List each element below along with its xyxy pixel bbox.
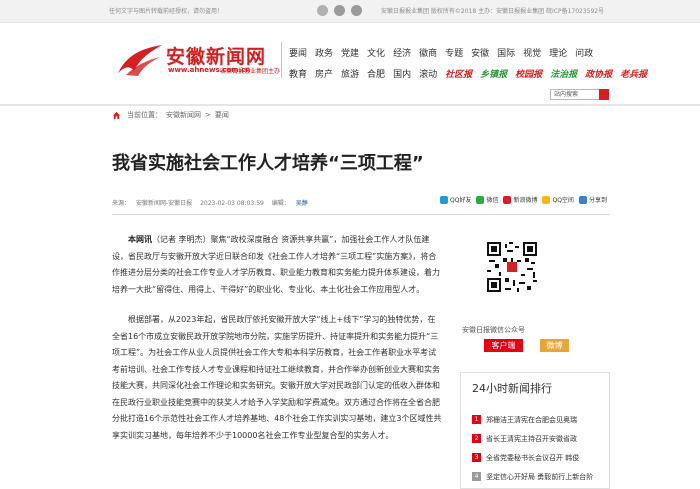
news-ranking-panel: 24小时新闻排行 1 郑栅洁王清宪在合肥会见奥瑞 2 省长王清宪主持召开安徽省政 3… [460, 372, 610, 489]
article-meta: 来源： 安徽新闻网-安徽日报 2023-02-03 08:03:59 编辑： 吴静 [112, 198, 314, 207]
nav-brand-xiangzhenbao[interactable]: 乡镇报 [480, 67, 507, 80]
home-icon [112, 111, 121, 119]
share-bar: QQ好友 微信 新浪微博 QQ空间 分享到 [440, 195, 607, 204]
top-notice-bar: 任何文字与图片转载前经授权，请勿盗用！ 安徽日报报业集团 版权所有©2018 主… [0, 0, 700, 23]
qq-icon [440, 195, 448, 204]
share-qq-friend-label: QQ好友 [450, 197, 472, 204]
rank-number: 3 [472, 453, 481, 462]
nav-item-fangchan[interactable]: 房产 [315, 67, 333, 80]
rank-headline: 省长王清宪主持召开安徽省政 [486, 434, 577, 443]
copyright-notice: 任何文字与图片转载前经授权，请勿盗用！ [109, 8, 224, 15]
weibo-icon [503, 195, 512, 204]
share-qzone[interactable]: QQ空间 [542, 195, 574, 204]
article-editor: 吴静 [295, 200, 308, 207]
breadcrumb: 当前位置： 安徽新闻网 > 要闻 [112, 110, 233, 120]
wechat-icon[interactable] [334, 5, 345, 16]
nav-item-shijue[interactable]: 视觉 [523, 46, 541, 59]
share-wechat[interactable]: 微信 [476, 195, 498, 204]
nav-brand-fazhibao[interactable]: 法治报 [550, 67, 577, 80]
meta-divider [112, 214, 610, 215]
nav-brand-laobingbao[interactable]: 老兵报 [620, 67, 647, 80]
rank-number: 1 [472, 415, 481, 424]
weibo-button[interactable]: 微博 [540, 339, 569, 352]
ranking-item[interactable]: 3 全省党委秘书长会议召开 韩俊 [472, 448, 608, 467]
nav-brand-zhengxiebao[interactable]: 政协报 [585, 67, 612, 80]
main-nav-row2: 教育 房产 旅游 合肥 国内 滚动 社区报 乡镇报 校园报 法治报 政协报 老兵… [289, 67, 647, 80]
top-share-icons [317, 5, 362, 16]
nav-brand-shequbao[interactable]: 社区报 [445, 67, 472, 80]
rank-headline: 郑栅洁王清宪在合肥会见奥瑞 [486, 415, 577, 424]
breadcrumb-prefix: 当前位置： [127, 111, 162, 119]
qzone-icon [542, 195, 551, 204]
weibo-icon[interactable] [317, 5, 328, 16]
nav-item-wenhua[interactable]: 文化 [367, 46, 385, 59]
nav-item-huishang[interactable]: 徽商 [419, 46, 437, 59]
nav-item-jingji[interactable]: 经济 [393, 46, 411, 59]
rank-number: 4 [472, 472, 481, 481]
nav-item-jiaoyu[interactable]: 教育 [289, 67, 307, 80]
paragraph-2: 根据部署，从2023年起，省民政厅依托安徽开放大学“线上+线下”学习的独特优势，… [112, 315, 442, 440]
ranking-item[interactable]: 2 省长王清宪主持召开安徽省政 [472, 429, 608, 448]
share-wechat-label: 微信 [486, 197, 499, 204]
nav-item-lvyou[interactable]: 旅游 [341, 67, 359, 80]
qr-code [487, 242, 537, 292]
nav-item-lilun[interactable]: 理论 [549, 46, 567, 59]
paragraph-1-text: （记者 李明杰）聚焦“政校深度融合 资源共享共赢”，加强社会工作人才队伍建设，省… [112, 235, 440, 294]
logo-bird-icon [118, 45, 162, 76]
rank-headline: 全省党委秘书长会议召开 韩俊 [486, 453, 580, 462]
ranking-list: 1 郑栅洁王清宪在合肥会见奥瑞 2 省长王清宪主持召开安徽省政 3 全省党委秘书长会议… [472, 410, 608, 486]
nav-item-guoji[interactable]: 国际 [497, 46, 515, 59]
nav-brand-xiaoyuanbao[interactable]: 校园报 [515, 67, 542, 80]
share-qq-friend[interactable]: QQ好友 [440, 195, 471, 204]
editor-label: 编辑： [271, 200, 290, 207]
header-divider [281, 42, 282, 78]
nav-item-zhengwu[interactable]: 政务 [315, 46, 333, 59]
nav-item-guonei[interactable]: 国内 [393, 67, 411, 80]
ranking-item[interactable]: 4 坚定信心开好局 勇毅前行上新台阶 [472, 467, 608, 486]
article-datetime: 2023-02-03 08:03:59 [200, 200, 264, 207]
article-title: 我省实施社会工作人才培养“三项工程” [112, 153, 424, 174]
nav-item-anhui[interactable]: 安徽 [471, 46, 489, 59]
breadcrumb-section[interactable]: 要闻 [215, 110, 229, 120]
logo-subtitle: 安徽日报报业集团主办 [220, 68, 281, 75]
phone-icon[interactable] [351, 5, 362, 16]
nav-item-wenzheng[interactable]: 问政 [575, 46, 593, 59]
header-separator [0, 104, 700, 106]
article-source: 安徽新闻网-安徽日报 [136, 200, 193, 207]
share-sina-weibo-label: 新浪微博 [513, 197, 538, 204]
main-nav-row1: 要闻 政务 党建 文化 经济 徽商 专题 安徽 国际 视觉 理论 问政 [289, 46, 609, 59]
logo-name: 安徽新闻网 [166, 46, 267, 68]
nav-item-zhuanti[interactable]: 专题 [445, 46, 463, 59]
nav-item-dangjian[interactable]: 党建 [341, 46, 359, 59]
client-app-button[interactable]: 客户端 [484, 339, 523, 352]
nav-item-yaowen[interactable]: 要闻 [289, 46, 307, 59]
share-more-label: 分享到 [588, 197, 607, 204]
breadcrumb-separator: > [205, 111, 211, 119]
paragraph-1: 本网讯（记者 李明杰）聚焦“政校深度融合 资源共享共赢”，加强社会工作人才队伍建… [112, 232, 442, 298]
rank-number: 2 [472, 434, 481, 443]
qr-caption: 安徽日报微信公众号 [462, 326, 525, 334]
site-logo[interactable]: 安徽新闻网 www.ahnews.com.cn 安徽日报报业集团主办 [116, 41, 284, 81]
breadcrumb-site[interactable]: 安徽新闻网 [166, 110, 201, 120]
share-sina-weibo[interactable]: 新浪微博 [503, 195, 537, 204]
wechat-icon [476, 195, 485, 204]
nav-item-gundong[interactable]: 滚动 [419, 67, 437, 80]
source-label: 来源： [112, 200, 131, 207]
ranking-item[interactable]: 1 郑栅洁王清宪在合肥会见奥瑞 [472, 410, 608, 429]
nav-item-hefei[interactable]: 合肥 [367, 67, 385, 80]
article-body: 本网讯（记者 李明杰）聚焦“政校深度融合 资源共享共赢”，加强社会工作人才队伍建… [112, 232, 442, 458]
share-icon [578, 195, 587, 204]
registration-info: 安徽日报报业集团 版权所有©2018 主办：安徽日报报业集团 皖ICP备1702… [381, 8, 605, 15]
rank-headline: 坚定信心开好局 勇毅前行上新台阶 [486, 472, 594, 481]
ranking-title: 24小时新闻排行 [472, 382, 552, 395]
share-qzone-label: QQ空间 [552, 197, 574, 204]
search-button[interactable] [599, 89, 609, 100]
share-more[interactable]: 分享到 [578, 195, 607, 204]
lead-byline: 本网讯 [128, 235, 152, 244]
